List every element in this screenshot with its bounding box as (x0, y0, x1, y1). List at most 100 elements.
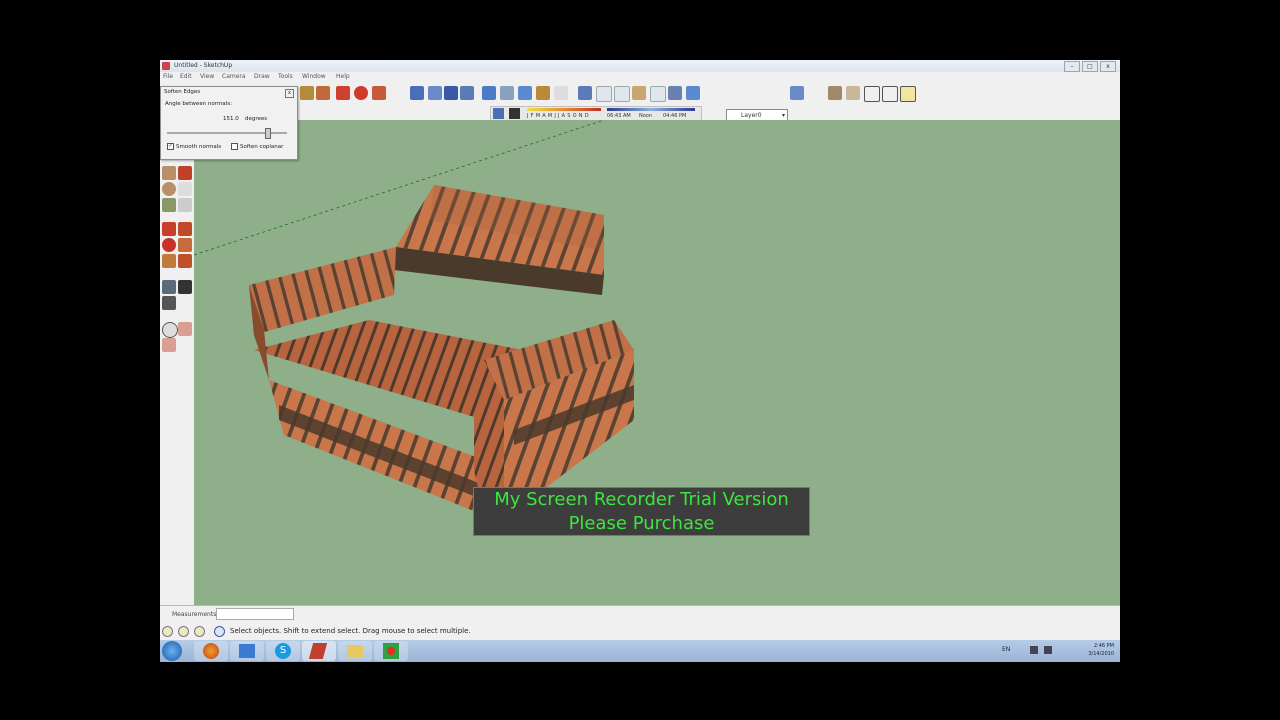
look-around-icon[interactable] (162, 296, 176, 310)
sketchup-icon[interactable] (302, 641, 336, 661)
clock-time: 2:46 PM (1093, 643, 1114, 649)
camera-icon[interactable] (828, 86, 842, 100)
wireframe-icon[interactable] (650, 86, 666, 102)
volume-icon[interactable] (1044, 646, 1052, 654)
rectangle-icon[interactable] (162, 166, 176, 180)
orbit-icon[interactable] (410, 86, 424, 100)
smooth-normals-checkbox[interactable]: ✓ Smooth normals (167, 143, 221, 150)
user-icon[interactable] (194, 626, 205, 637)
skype-icon[interactable]: S (266, 641, 300, 661)
credits-icon[interactable] (178, 626, 189, 637)
section-plane-icon[interactable] (178, 322, 192, 336)
network-icon[interactable] (1030, 646, 1038, 654)
components-icon[interactable] (536, 86, 550, 100)
dialog-title: Soften Edges (164, 89, 201, 95)
tape-measure-icon[interactable] (162, 280, 176, 294)
freehand-icon[interactable] (178, 198, 192, 212)
month-labels: J F M A M J J A S O N D (527, 113, 589, 119)
measurements-label: Measurements (172, 611, 217, 618)
smooth-normals-label: Smooth normals (176, 143, 222, 150)
roof-icon[interactable] (882, 86, 898, 102)
watermark-line-1: My Screen Recorder Trial Version (494, 489, 789, 510)
paint-bucket-icon[interactable] (300, 86, 314, 100)
pushpull-tool-icon[interactable] (178, 222, 192, 236)
walk-icon[interactable] (178, 280, 192, 294)
circle-icon[interactable] (162, 182, 176, 196)
section-icon[interactable] (900, 86, 916, 102)
arc-icon[interactable] (178, 182, 192, 196)
soften-coplanar-checkbox[interactable]: Soften coplanar (231, 143, 283, 150)
dialog-close-icon[interactable]: x (285, 89, 294, 98)
push-pull-icon[interactable] (316, 86, 330, 100)
component-tool-icon[interactable] (162, 338, 176, 352)
google-earth-icon[interactable] (518, 86, 532, 100)
zoom-icon[interactable] (444, 86, 458, 100)
measurements-input[interactable] (216, 608, 294, 620)
shadows-toggle-icon[interactable] (509, 108, 520, 119)
pencil-icon[interactable] (178, 166, 192, 180)
house-icon[interactable] (846, 86, 860, 100)
recorder-watermark: My Screen Recorder Trial Version Please … (473, 487, 810, 536)
month-slider[interactable] (527, 108, 601, 111)
screen-recorder-icon[interactable] (374, 641, 408, 661)
geo-location-icon[interactable] (162, 626, 173, 637)
windows-taskbar: S EN 2:46 PM 3/14/2010 (160, 640, 1120, 662)
menu-edit[interactable]: Edit (180, 73, 192, 80)
rotate-tool-icon[interactable] (162, 238, 176, 252)
help-icon[interactable] (214, 626, 225, 637)
top-view-icon[interactable] (596, 86, 612, 102)
pan-icon[interactable] (428, 86, 442, 100)
folder-icon[interactable] (338, 641, 372, 661)
get-models-icon[interactable] (482, 86, 496, 100)
time-slider[interactable] (607, 108, 695, 111)
time-start-label: 06:43 AM (607, 113, 631, 119)
checkbox-unchecked-icon (231, 143, 238, 150)
angle-slider-thumb[interactable] (265, 128, 271, 139)
system-clock[interactable]: 2:46 PM 3/14/2010 (1088, 642, 1114, 658)
rotate-icon[interactable] (354, 86, 368, 100)
shaded-icon[interactable] (668, 86, 682, 100)
shadow-settings-icon[interactable] (493, 108, 504, 119)
soften-edges-dialog: Soften Edges x Angle between normals: 15… (160, 86, 298, 160)
close-button[interactable]: x (1100, 61, 1116, 72)
offset-tool-icon[interactable] (178, 254, 192, 268)
move-tool-icon[interactable] (162, 222, 176, 236)
iso-view-icon[interactable] (578, 86, 592, 100)
menu-draw[interactable]: Draw (254, 73, 270, 80)
firefox-icon[interactable] (194, 641, 228, 661)
followme-tool-icon[interactable] (178, 238, 192, 252)
menu-view[interactable]: View (200, 73, 214, 80)
angle-unit: degrees (245, 116, 268, 122)
language-indicator[interactable]: EN (1002, 646, 1010, 653)
measurements-bar: Measurements (160, 605, 1120, 623)
minimize-button[interactable]: – (1064, 61, 1080, 72)
front-view-icon[interactable] (614, 86, 630, 102)
menu-camera[interactable]: Camera (222, 73, 246, 80)
clock-date: 3/14/2010 (1088, 651, 1114, 657)
scale-tool-icon[interactable] (162, 254, 176, 268)
polygon-icon[interactable] (162, 198, 176, 212)
menu-help[interactable]: Help (336, 73, 350, 80)
menu-bar: File Edit View Camera Draw Tools Window … (160, 72, 1120, 82)
share-model-icon[interactable] (500, 86, 514, 100)
start-orb-icon[interactable] (162, 641, 182, 661)
sketchup-app-icon (162, 62, 170, 70)
home-icon[interactable] (864, 86, 880, 102)
move-icon[interactable] (336, 86, 350, 100)
maximize-button[interactable]: □ (1082, 61, 1098, 72)
preview-icon[interactable] (554, 86, 568, 100)
textured-icon[interactable] (686, 86, 700, 100)
window-controls: – □ x (1064, 61, 1116, 72)
menu-tools[interactable]: Tools (278, 73, 293, 80)
position-camera-icon[interactable] (162, 322, 178, 338)
follow-me-icon[interactable] (372, 86, 386, 100)
layer-select-value: Layer0 (741, 112, 762, 119)
title-bar: Untitled - SketchUp – □ x (160, 60, 1120, 72)
zoom-extents-icon[interactable] (460, 86, 474, 100)
xray-icon[interactable] (632, 86, 646, 100)
menu-file[interactable]: File (163, 73, 173, 80)
menu-window[interactable]: Window (302, 73, 326, 80)
couch-model[interactable] (249, 185, 634, 520)
explorer-icon[interactable] (230, 641, 264, 661)
layer-manager-icon[interactable] (790, 86, 804, 100)
